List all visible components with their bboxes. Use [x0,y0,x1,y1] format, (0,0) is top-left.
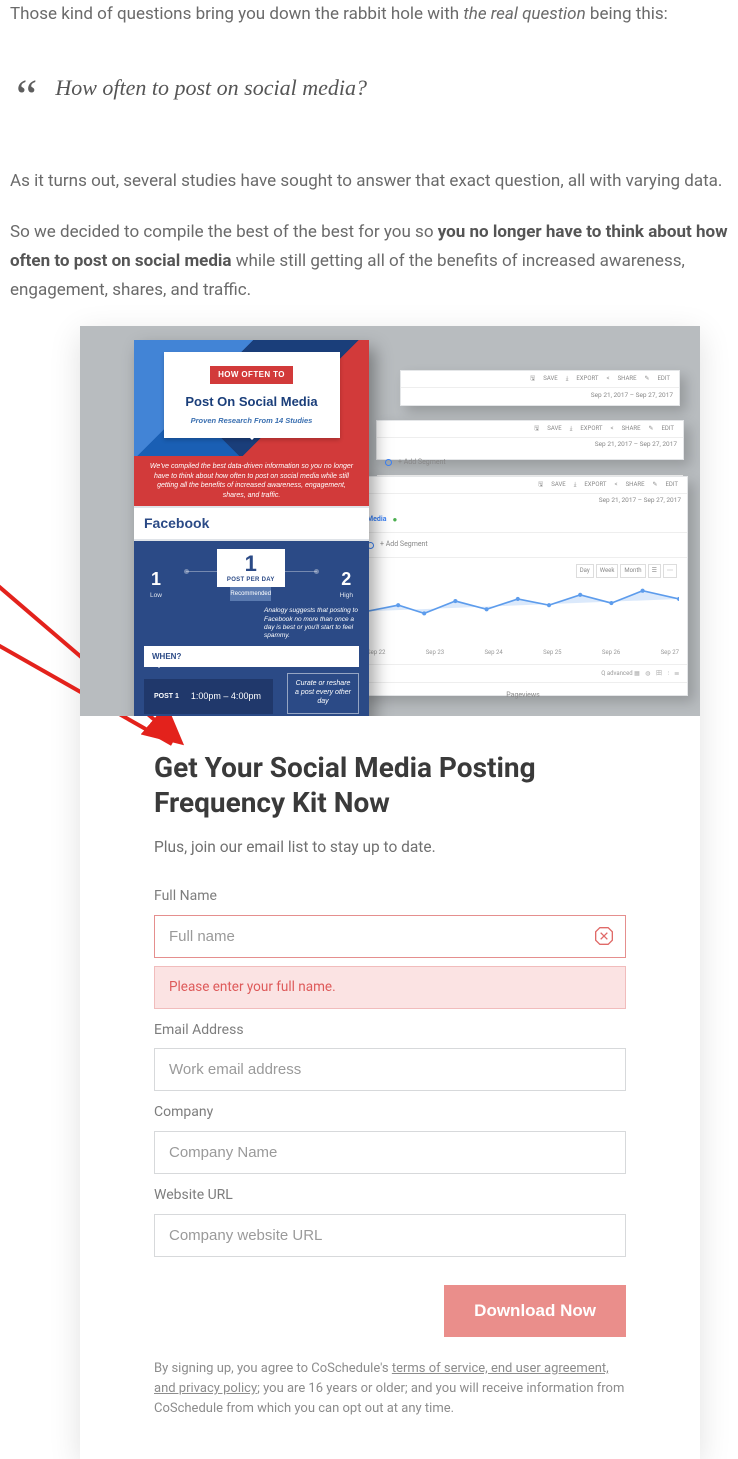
line-chart: DayWeekMonth☰⋯ [359,558,687,648]
intro-text: Those kind of questions bring you down t… [10,0,728,29]
error-message: Please enter your full name. [154,966,626,1009]
intro-band: We've compiled the best data-driven info… [134,456,369,506]
date-range: Sep 21, 2017 – Sep 27, 2017 [359,494,687,507]
field-label: Email Address [154,1019,626,1043]
post-time: 1:00pm – 4:00pm [191,689,261,704]
metric-label: Pageviews [506,690,539,702]
callout-title: Post On Social Media [172,391,332,413]
signup-card-wrap: 🖫SAVE ⤓EXPORT <SHARE ✎EDIT Sep 21, 2017 … [10,326,728,1459]
pill-label: HOW OFTEN TO [210,366,293,384]
hero-graphic: 🖫SAVE ⤓EXPORT <SHARE ✎EDIT Sep 21, 2017 … [80,326,700,716]
field-label: Company [154,1101,626,1125]
infographic: HOW OFTEN TO Post On Social Media Proven… [134,340,369,716]
date-range: Sep 21, 2017 – Sep 27, 2017 [377,438,683,451]
field-row-fullname [154,915,626,958]
note-text: Analogy suggests that posting to Faceboo… [144,601,359,646]
email-input[interactable] [154,1048,626,1091]
recommended-tag: Recommended [230,587,271,601]
signup-form: Get Your Social Media Posting Frequency … [80,716,700,1459]
segment-label: + Add Segment [380,539,428,551]
form-title: Get Your Social Media Posting Frequency … [154,750,626,820]
paragraph: As it turns out, several studies have so… [10,167,728,196]
form-lead: Plus, join our email list to stay up to … [154,834,626,860]
analytics-pane: 🖫SAVE ⤓EXPORT <SHARE ✎EDIT Sep 21, 2017 … [376,420,684,460]
section-heading: Facebook [134,506,369,541]
emphasis: the real question [463,4,585,24]
company-input[interactable] [154,1131,626,1174]
post-label: POST 1 [154,691,179,703]
intro-line: Those kind of questions bring you down t… [10,0,728,29]
paragraph: So we decided to compile the best of the… [10,218,728,305]
legal-text: By signing up, you agree to CoSchedule's… [154,1359,626,1419]
tab-label: Media [367,514,386,526]
text: By signing up, you agree to CoSchedule's [154,1361,392,1376]
curate-box: Curate or reshare a post every other day [287,673,359,713]
when-tag: WHEN? [144,646,359,668]
field-label: Website URL [154,1184,626,1208]
blockquote: “ How often to post on social media? [10,69,728,117]
website-input[interactable] [154,1214,626,1257]
text: being this: [586,4,668,24]
field-label: Full Name [154,885,626,909]
text: Those kind of questions bring you down t… [10,4,463,24]
analytics-pane: 🖫SAVE ⤓EXPORT <SHARE ✎EDIT Sep 21, 2017 … [400,370,680,406]
date-range: Sep 21, 2017 – Sep 27, 2017 [401,388,679,403]
segment-label: + Add Segment [398,457,446,469]
fullname-input[interactable] [154,915,626,958]
callout-subtitle: Proven Research From 14 Studies [172,415,332,428]
text: So we decided to compile the best of the… [10,222,438,242]
download-button[interactable]: Download Now [444,1285,626,1337]
analytics-pane-chart: 🖫SAVE ⤓EXPORT <SHARE ✎EDIT Sep 21, 2017 … [358,476,688,696]
quote-text: How often to post on social media? [55,69,367,106]
quote-icon: “ [16,73,37,121]
signup-card: 🖫SAVE ⤓EXPORT <SHARE ✎EDIT Sep 21, 2017 … [80,326,700,1459]
error-icon [594,926,614,946]
callout-bubble: HOW OFTEN TO Post On Social Media Proven… [164,352,340,438]
